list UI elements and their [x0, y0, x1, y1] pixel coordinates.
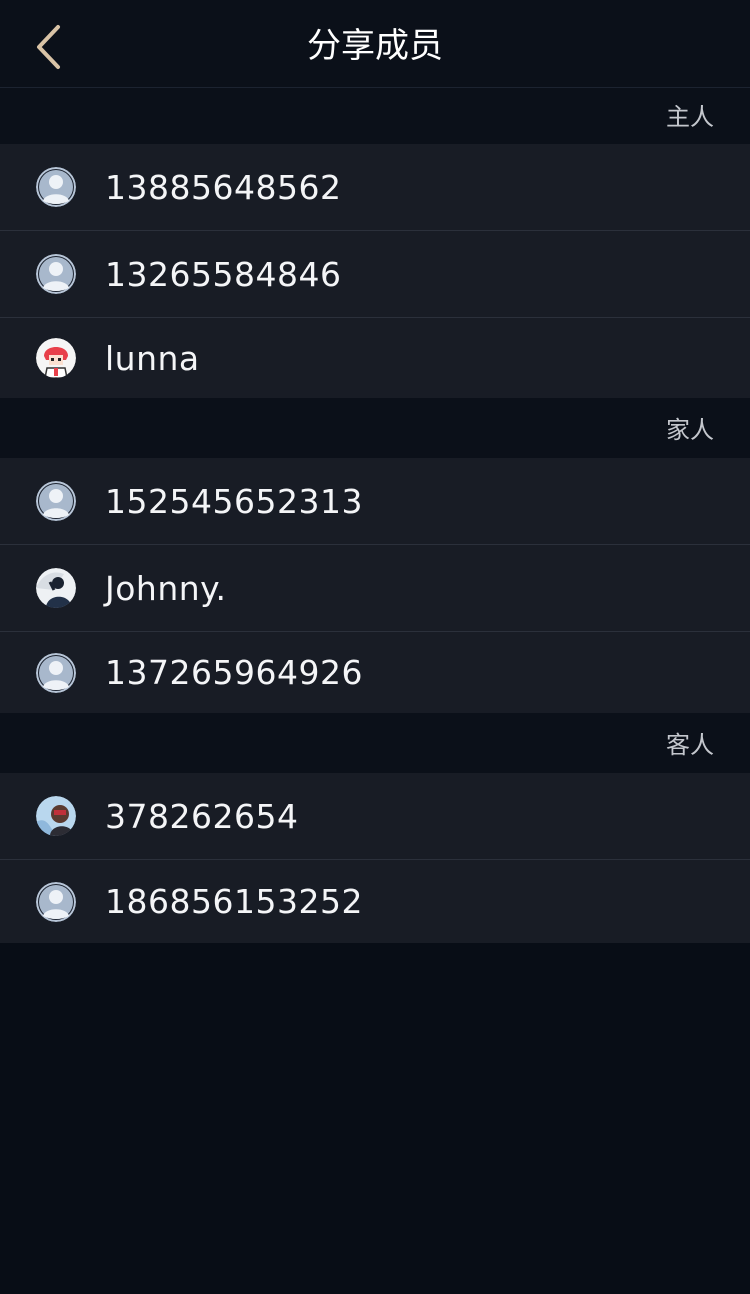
member-row[interactable]: Johnny. — [0, 545, 750, 632]
member-row[interactable]: 13885648562 — [0, 144, 750, 231]
section-header-owner: 主人 — [0, 88, 750, 144]
default-avatar-icon — [36, 254, 76, 294]
member-name: lunna — [105, 338, 200, 378]
member-name: 378262654 — [105, 796, 299, 836]
member-name: Johnny. — [105, 568, 227, 608]
default-avatar-icon — [36, 881, 76, 922]
section-header-guest: 客人 — [0, 713, 750, 773]
member-name: 152545652313 — [105, 481, 363, 521]
member-row[interactable]: 13265584846 — [0, 231, 750, 318]
page-title: 分享成员 — [307, 26, 443, 66]
default-avatar-icon — [36, 652, 76, 693]
section-header-family: 家人 — [0, 398, 750, 458]
nav-bar: 分享成员 — [0, 0, 750, 88]
empty-area — [0, 943, 750, 1294]
default-avatar-icon — [36, 167, 76, 207]
member-name: 13885648562 — [105, 167, 342, 207]
member-row[interactable]: 378262654 — [0, 773, 750, 860]
user-photo-avatar — [36, 338, 76, 378]
user-photo-avatar — [36, 796, 76, 836]
member-row[interactable]: 137265964926 — [0, 632, 750, 713]
member-name: 137265964926 — [105, 653, 363, 692]
user-photo-avatar — [36, 568, 76, 608]
share-members-screen: 分享成员 主人 13885648562 13265584846 lunna 家人… — [0, 0, 750, 1294]
member-row[interactable]: 152545652313 — [0, 458, 750, 545]
default-avatar-icon — [36, 481, 76, 521]
member-name: 13265584846 — [105, 254, 342, 294]
member-name: 186856153252 — [105, 882, 363, 921]
member-row[interactable]: lunna — [0, 318, 750, 398]
member-row[interactable]: 186856153252 — [0, 860, 750, 943]
